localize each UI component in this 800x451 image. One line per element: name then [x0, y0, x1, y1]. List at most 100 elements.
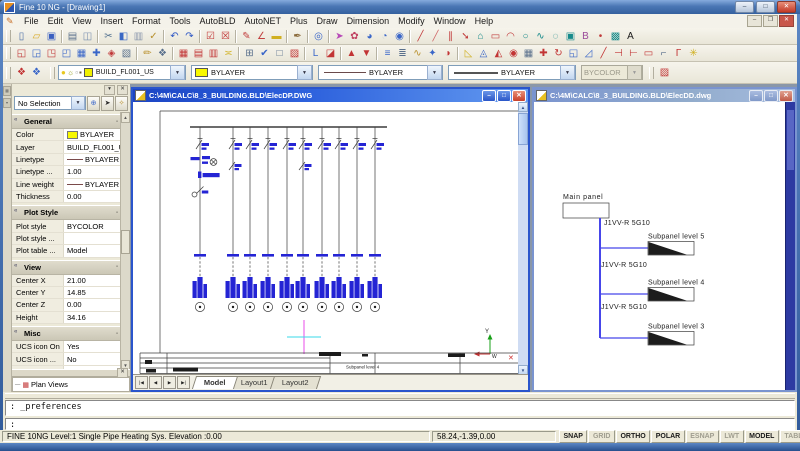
- status-toggle-lwt[interactable]: LWT: [720, 430, 744, 443]
- array-icon[interactable]: ▦: [521, 46, 536, 60]
- level-down-icon[interactable]: ▼: [359, 46, 374, 60]
- sheet-close-icon[interactable]: ☒: [218, 29, 233, 43]
- multiline-icon[interactable]: ∥: [443, 29, 458, 43]
- quick-select-icon[interactable]: ✧: [115, 96, 128, 111]
- collapse-icon[interactable]: «: [14, 117, 17, 123]
- collapse-icon[interactable]: «: [14, 208, 17, 214]
- distance-icon[interactable]: ▬: [269, 29, 284, 43]
- trim-icon[interactable]: ⊣: [611, 46, 626, 60]
- child-close-button[interactable]: ✕: [779, 90, 793, 102]
- pan-icon[interactable]: ➤: [332, 29, 347, 43]
- property-row-plot-table-[interactable]: Plot table ... Model: [12, 245, 121, 257]
- point-icon[interactable]: •: [593, 29, 608, 43]
- menu-item-file[interactable]: File: [20, 16, 44, 26]
- status-toggle-model[interactable]: MODEL: [745, 430, 779, 443]
- menu-item-view[interactable]: View: [68, 16, 96, 26]
- panel-divider[interactable]: ✕: [12, 369, 130, 377]
- polyline-icon[interactable]: ➘: [458, 29, 473, 43]
- child-minimize-button[interactable]: –: [749, 90, 763, 102]
- chamfer-icon[interactable]: ⌐: [656, 46, 671, 60]
- zoom-all-icon[interactable]: ▦: [74, 46, 89, 60]
- layout-tool-icon[interactable]: ≍: [221, 46, 236, 60]
- property-row-layer[interactable]: Layer BUILD_FL001_US: [12, 141, 121, 153]
- first-tab-icon[interactable]: |◀: [135, 376, 148, 389]
- layers-stack-icon[interactable]: ≣: [395, 46, 410, 60]
- layout-tab-model[interactable]: Model: [192, 376, 238, 389]
- property-row-center-x[interactable]: Center X 21.00: [12, 275, 121, 287]
- menu-item-plus[interactable]: Plus: [286, 16, 313, 26]
- lengthen-icon[interactable]: ╱: [596, 46, 611, 60]
- arc-icon[interactable]: ◠: [503, 29, 518, 43]
- chevron-down-icon[interactable]: ▼: [71, 96, 85, 110]
- layer-on-icon[interactable]: ●: [61, 68, 66, 77]
- chevron-down-icon[interactable]: ▼: [297, 65, 312, 80]
- section-header-general[interactable]: « General ▪: [12, 114, 121, 129]
- mdi-restore-button[interactable]: ❐: [763, 15, 778, 27]
- prev-tab-icon[interactable]: ◀: [149, 376, 162, 389]
- erase-icon[interactable]: ◺: [461, 46, 476, 60]
- vertical-scrollbar[interactable]: ▲ ▼: [518, 102, 528, 375]
- close-button[interactable]: ✕: [777, 1, 796, 13]
- zoom-dynamic-icon[interactable]: ◲: [29, 46, 44, 60]
- undo-icon[interactable]: ↶: [167, 29, 182, 43]
- palette-close-button[interactable]: ✕: [117, 85, 128, 95]
- palette-grip[interactable]: ▦ ▾: [3, 84, 12, 392]
- property-row-plot-style-[interactable]: Plot style ...: [12, 233, 121, 245]
- status-toggle-grid[interactable]: GRID: [588, 430, 615, 443]
- polygon-icon[interactable]: ⌂: [473, 29, 488, 43]
- zoom-realtime-icon[interactable]: ◎: [311, 29, 326, 43]
- zoom-in-icon[interactable]: ◕: [362, 29, 377, 43]
- rotate-icon[interactable]: ↻: [551, 46, 566, 60]
- status-toggle-polar[interactable]: POLAR: [651, 430, 685, 443]
- palette-pin-icon[interactable]: ▾: [3, 98, 11, 108]
- menu-item-insert[interactable]: Insert: [96, 16, 128, 26]
- hatch-icon[interactable]: ▩: [608, 29, 623, 43]
- zoom-window-2-icon[interactable]: ◱: [14, 46, 29, 60]
- child-close-button[interactable]: ✕: [512, 90, 526, 102]
- child-minimize-button[interactable]: –: [482, 90, 496, 102]
- collapse-icon[interactable]: «: [14, 329, 17, 335]
- title-bar[interactable]: Fine 10 NG - [Drawing1] – □ ✕: [0, 0, 800, 14]
- menu-item-window[interactable]: Window: [429, 16, 470, 26]
- status-toggle-esnap[interactable]: ESNAP: [686, 430, 719, 443]
- extend-icon[interactable]: ⊢: [626, 46, 641, 60]
- print-icon[interactable]: ▤: [65, 29, 80, 43]
- property-row-color[interactable]: Color BYLAYER: [12, 129, 121, 141]
- zoom-scale-icon[interactable]: ◳: [44, 46, 59, 60]
- drawing-canvas-elecdd[interactable]: Main panel J1VV-R 5G10 J1VV-R 5G10 J1VV-…: [534, 102, 786, 390]
- color-combo[interactable]: BYLAYER ▼: [191, 65, 313, 80]
- palette-scrollbar[interactable]: ▲ ▼: [120, 112, 130, 371]
- property-row-ucs-icon-on[interactable]: UCS icon On Yes: [12, 341, 121, 353]
- mdi-close-button[interactable]: ✕: [779, 15, 794, 27]
- text-icon[interactable]: A: [623, 29, 638, 43]
- maximize-button[interactable]: □: [756, 1, 775, 13]
- spline-icon[interactable]: ∿: [533, 29, 548, 43]
- make-block-icon[interactable]: B: [578, 29, 593, 43]
- drawing-canvas-elecdp[interactable]: Y W: [133, 102, 518, 375]
- linetype-control-icon[interactable]: ≡: [380, 46, 395, 60]
- property-row-thickness[interactable]: Thickness 0.00: [12, 191, 121, 203]
- child-title-bar[interactable]: C:\4M\CALC\8_3_BUILDING.BLD\ElecDD.dwg –…: [534, 89, 795, 102]
- toolbar-grip[interactable]: [649, 67, 654, 79]
- point-style-icon[interactable]: ✦: [425, 46, 440, 60]
- menu-item-edit[interactable]: Edit: [43, 16, 68, 26]
- palette-pin-button[interactable]: ▾: [104, 85, 115, 95]
- menu-item-autonet[interactable]: AutoNET: [240, 16, 286, 26]
- plot-style-control-icon[interactable]: ▨: [657, 66, 672, 80]
- status-toggle-snap[interactable]: SNAP: [559, 430, 587, 443]
- scroll-up-icon[interactable]: ▲: [518, 102, 528, 112]
- aerial-view-icon[interactable]: ◈: [104, 46, 119, 60]
- section-pin-icon[interactable]: ▪: [116, 264, 118, 270]
- gradient-icon[interactable]: ▨: [287, 46, 302, 60]
- zoom-window-icon[interactable]: ◉: [392, 29, 407, 43]
- status-toggle-tablet[interactable]: TABLET: [780, 430, 800, 443]
- vertical-scrollbar[interactable]: [785, 102, 795, 390]
- status-toggle-ortho[interactable]: ORTHO: [616, 430, 650, 443]
- section-header-view[interactable]: « View ▪: [12, 260, 121, 275]
- menu-item-format[interactable]: Format: [127, 16, 165, 26]
- layer-freeze-icon[interactable]: ☼: [67, 68, 74, 77]
- minimize-button[interactable]: –: [735, 1, 754, 13]
- scale-icon[interactable]: ◱: [566, 46, 581, 60]
- menu-item-help[interactable]: Help: [470, 16, 498, 26]
- zoom-center-icon[interactable]: ◰: [59, 46, 74, 60]
